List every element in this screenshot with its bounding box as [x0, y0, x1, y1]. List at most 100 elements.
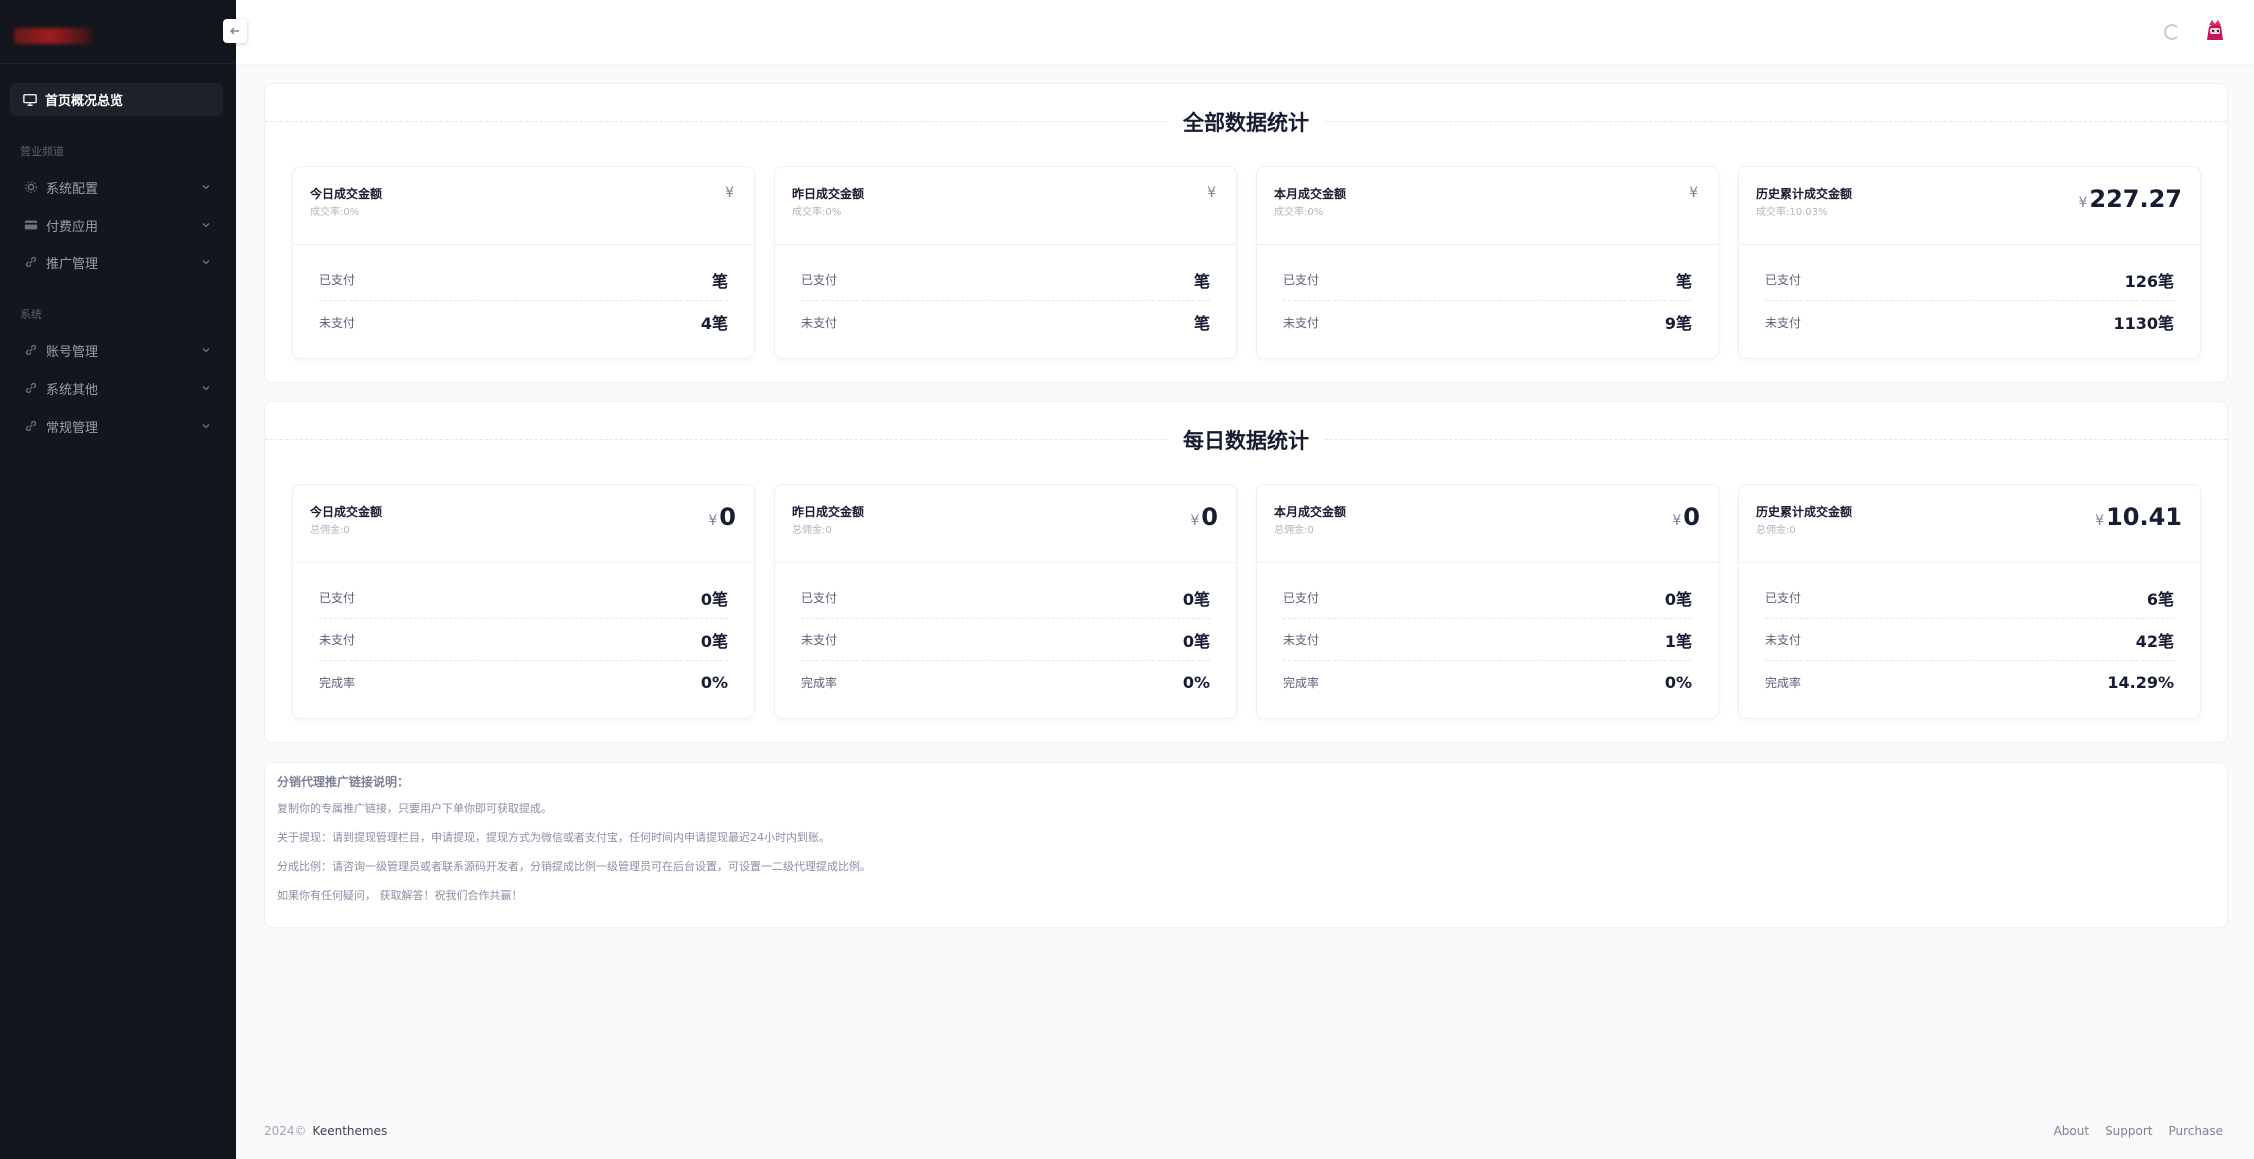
stat-card: 本月成交金额 成交率:0% ¥ 已支付 笔未支付 9笔: [1256, 166, 1719, 359]
amount-value: 0: [1201, 503, 1218, 531]
stat-row-value: 1130笔: [2113, 314, 2174, 333]
stat-row-value: 0%: [1182, 672, 1210, 692]
stat-row-value: 0笔: [1182, 631, 1210, 651]
stat-row-label: 未支付: [1283, 633, 1320, 647]
stat-row-value: 9笔: [1664, 314, 1692, 333]
stat-card: 今日成交金额 成交率:0% ¥ 已支付 笔未支付 4笔: [292, 166, 755, 359]
arrow-left-icon: [230, 27, 239, 35]
footer-brand-link[interactable]: Keenthemes: [313, 1124, 388, 1138]
link-icon: [25, 344, 37, 356]
stat-card-header: 昨日成交金额 总佣金:0 ¥0: [775, 485, 1236, 563]
stat-row-label: 已支付: [319, 273, 356, 287]
footer-link-about[interactable]: About: [2054, 1124, 2089, 1138]
stat-row-value: 0笔: [1664, 589, 1692, 609]
stat-row: 未支付 9笔: [1283, 301, 1692, 343]
stat-title: 昨日成交金额: [792, 505, 865, 519]
stat-card-header: 历史累计成交金额 成交率:10.03% ¥227.27: [1739, 167, 2200, 245]
stat-row: 完成率 14.29%: [1765, 661, 2174, 703]
stat-amount: ¥0: [1190, 503, 1218, 531]
stat-title: 历史累计成交金额: [1756, 505, 1853, 519]
link-icon: [25, 382, 37, 394]
stat-card: 昨日成交金额 成交率:0% ¥ 已支付笔未支付笔: [774, 166, 1237, 359]
stat-row-label: 完成率: [319, 675, 356, 690]
chevron-down-icon: [202, 424, 210, 429]
chevron-down-icon: [202, 223, 210, 228]
footer-link-support[interactable]: Support: [2105, 1124, 2152, 1138]
stat-card-header: 本月成交金额 总佣金:0 ¥0: [1257, 485, 1718, 563]
sidebar-item-general[interactable]: 常规管理: [10, 411, 223, 441]
stat-row-value: 0%: [700, 672, 728, 692]
amount-value: 0: [1683, 503, 1700, 531]
stat-row-value: 笔: [1193, 314, 1210, 333]
stat-row: 未支付 0笔: [801, 619, 1210, 661]
stat-card-header: 今日成交金额 成交率:0% ¥: [293, 167, 754, 245]
sidebar-item-label: 首页概况总览: [45, 94, 124, 109]
currency-symbol: ¥: [1689, 185, 1698, 201]
sidebar-item-system-config[interactable]: 系统配置: [10, 172, 223, 202]
stat-title: 今日成交金额: [310, 505, 383, 519]
refresh-icon[interactable]: [2164, 24, 2180, 40]
currency-symbol: ¥: [1672, 513, 1682, 529]
stat-row: 完成率 0%: [1283, 661, 1692, 703]
stat-row-value: 0笔: [1182, 589, 1210, 609]
stat-subtitle: 成交率:0%: [792, 207, 842, 218]
stat-title: 昨日成交金额: [792, 187, 865, 201]
notice-line: 分成比例：请咨询一级管理员或者联系源码开发者，分销提成比例一级管理员可在后台设置…: [277, 860, 871, 873]
sidebar-item-promotion[interactable]: 推广管理: [10, 247, 223, 277]
top-header: [236, 0, 2254, 64]
stat-row: 已支付 0笔: [319, 577, 728, 619]
stat-row-value: 6笔: [2146, 589, 2174, 609]
stat-row: 已支付 0笔: [801, 577, 1210, 619]
stat-title: 历史累计成交金额: [1756, 187, 1853, 201]
stat-row-label: 未支付: [319, 633, 356, 647]
stat-row: 已支付 6笔: [1765, 577, 2174, 619]
sidebar-item-accounts[interactable]: 账号管理: [10, 335, 223, 365]
stat-row-value: 4笔: [700, 314, 728, 333]
sidebar-item-label: 常规管理: [46, 420, 99, 436]
sidebar-item-paid-apps[interactable]: 付费应用: [10, 210, 223, 240]
stat-row-label: 已支付: [1283, 591, 1320, 605]
sidebar: 首页概况总览 营业频道 系统配置 付费应用 推广管理 系统 账号管理 系统其他 …: [0, 0, 236, 1159]
avatar[interactable]: [2202, 18, 2228, 44]
notice-line: 关于提现：请到提现管理栏目，申请提现，提现方式为微信或者支付宝，任何时间内申请提…: [277, 831, 830, 844]
sidebar-section-label: 系统: [20, 308, 42, 321]
stat-subtitle: 总佣金:0: [1756, 525, 1796, 536]
stat-row-label: 已支付: [801, 591, 838, 605]
stat-row-value: 126笔: [2124, 271, 2174, 291]
stat-row-value: 笔: [1675, 271, 1692, 291]
chevron-down-icon: [202, 348, 210, 353]
stat-subtitle: 总佣金:0: [792, 525, 832, 536]
stat-row: 已支付 笔: [1283, 259, 1692, 301]
stat-card: 今日成交金额 总佣金:0 ¥0 已支付 0笔 未支付 0笔 完成率 0%: [292, 484, 755, 719]
sidebar-collapse-button[interactable]: [223, 19, 247, 43]
panel-title: 每日数据统计: [265, 425, 2227, 455]
stat-row-label: 已支付: [319, 591, 356, 605]
stat-title: 本月成交金额: [1274, 187, 1347, 201]
stat-row: 未支付 42笔: [1765, 619, 2174, 661]
stat-title: 本月成交金额: [1274, 505, 1347, 519]
sidebar-item-system-other[interactable]: 系统其他: [10, 373, 223, 403]
sidebar-item-label: 推广管理: [46, 256, 99, 272]
amount-value: 0: [719, 503, 736, 531]
footer-link-purchase[interactable]: Purchase: [2169, 1124, 2224, 1138]
stat-card-header: 本月成交金额 成交率:0% ¥: [1257, 167, 1718, 245]
stat-amount: ¥227.27: [2078, 185, 2182, 213]
stat-amount: ¥: [725, 185, 736, 201]
brand-logo[interactable]: [14, 28, 92, 44]
stat-row-label: 已支付: [801, 273, 838, 287]
stat-row-label: 未支付: [1765, 315, 1802, 330]
amount-value: 227.27: [2089, 185, 2182, 213]
stat-amount: ¥: [1207, 185, 1218, 201]
stat-row: 未支付 4笔: [319, 301, 728, 343]
sidebar-item-dashboard[interactable]: 首页概况总览: [10, 83, 223, 116]
stat-row-label: 完成率: [1765, 675, 1802, 690]
stat-amount: ¥10.41: [2095, 503, 2182, 531]
daily-stats-panel: 每日数据统计 今日成交金额 总佣金:0 ¥0 已支付 0笔 未支付 0笔 完成率 0% 昨日成交金…: [264, 401, 2228, 743]
chevron-down-icon: [202, 185, 210, 190]
stat-row-value: 42笔: [2135, 631, 2174, 651]
monitor-icon: [23, 93, 37, 106]
stat-row-label: 完成率: [1283, 675, 1320, 690]
stat-row-label: 已支付: [1765, 591, 1802, 605]
panel-title: 全部数据统计: [265, 107, 2227, 137]
currency-symbol: ¥: [708, 513, 718, 529]
